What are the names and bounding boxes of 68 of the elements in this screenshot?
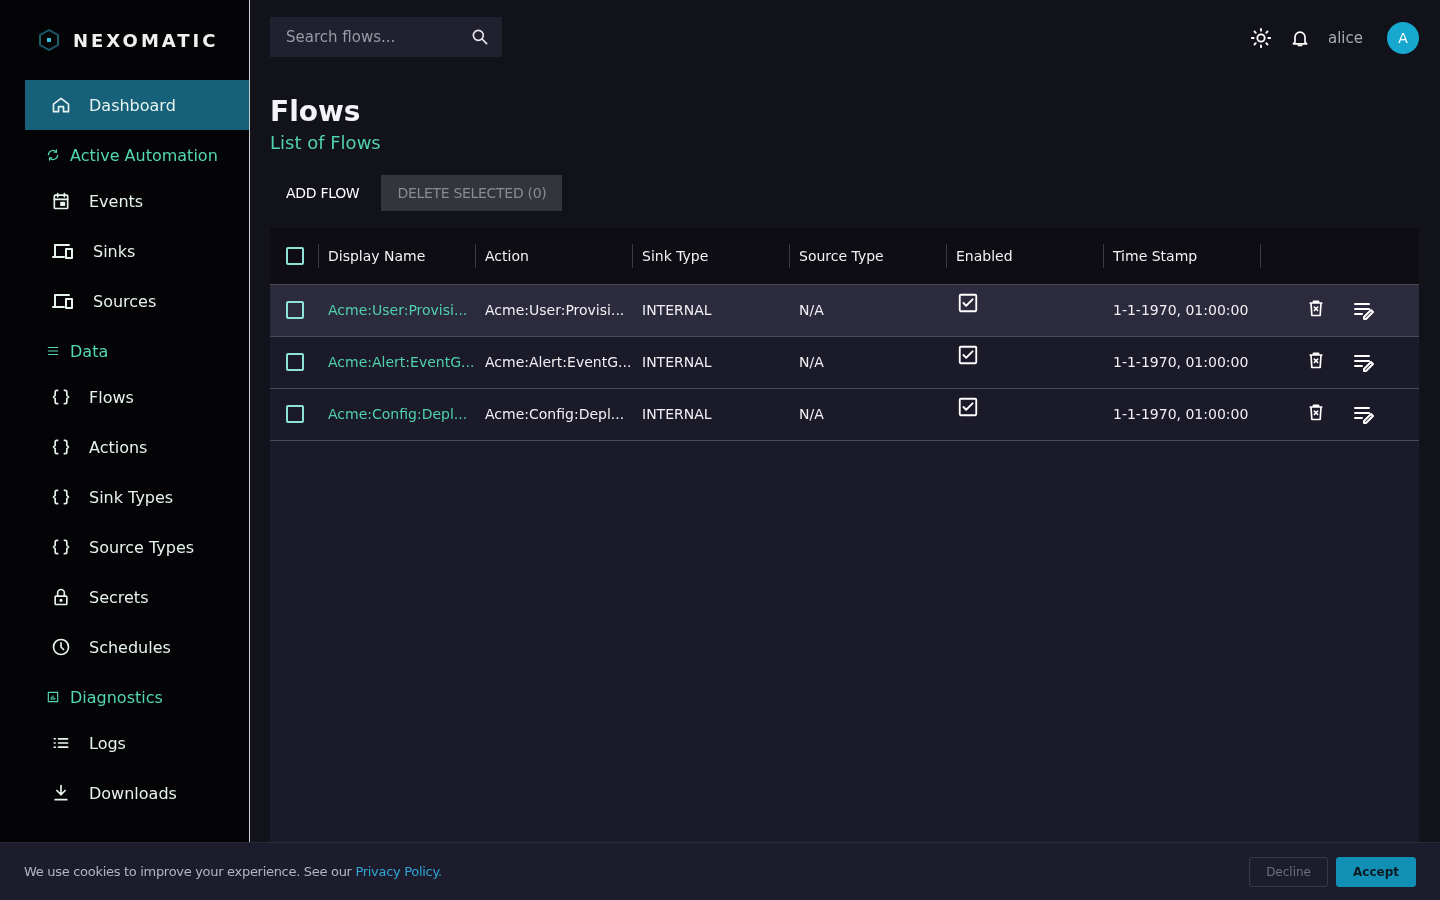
brand-name: NEXOMATIC (73, 29, 219, 51)
select-all-checkbox[interactable] (286, 246, 304, 265)
privacy-link[interactable]: Privacy Policy. (355, 864, 442, 879)
nav-item[interactable]: Downloads (25, 768, 249, 818)
nav-section: Active Automation (0, 134, 249, 176)
chart-icon (46, 690, 60, 704)
braces-icon (51, 437, 71, 457)
table-cell: Acme:User:Provisi... (485, 302, 625, 318)
nav-item[interactable]: Dashboard (25, 80, 249, 130)
column-header[interactable]: Sink Type (642, 247, 709, 264)
flow-link[interactable]: Acme:Config:Depl... (328, 406, 468, 422)
row-checkbox[interactable] (286, 353, 304, 371)
nav-item[interactable]: Flows (25, 372, 249, 422)
table-cell: INTERNAL (642, 406, 712, 422)
download-icon (51, 783, 71, 803)
nav-item[interactable]: Schedules (25, 622, 249, 672)
nav-item[interactable]: Events (25, 176, 249, 226)
column-header[interactable]: Source Type (799, 247, 884, 264)
cookie-message: We use cookies to improve your experience. See our Privacy Policy. (24, 864, 443, 879)
column-header[interactable]: Display Name (328, 247, 426, 264)
page-title: Flows (270, 95, 362, 128)
calendar-icon (51, 191, 71, 211)
table-cell: 1-1-1970, 01:00:00 (1113, 354, 1249, 370)
nav-item[interactable]: Sources (25, 276, 249, 326)
checked-box-icon (957, 395, 979, 418)
nav-section: Diagnostics (0, 676, 249, 718)
nav-item[interactable]: Sinks (25, 226, 249, 276)
table-row[interactable]: Acme:Alert:EventG... Acme:Alert:EventG... INTERNAL N/A 1-1-1970, 01:00:00 (270, 336, 1419, 388)
flow-link[interactable]: Acme:Alert:EventG... (328, 354, 475, 370)
nav-item[interactable]: Sink Types (25, 472, 249, 522)
list-icon (46, 344, 60, 358)
nav-item[interactable]: Secrets (25, 572, 249, 622)
braces-icon (51, 387, 71, 407)
nav-section: Data (0, 330, 249, 372)
nav-item[interactable]: Logs (25, 718, 249, 768)
user-name: alice (1328, 28, 1363, 47)
search-field[interactable]: Search flows... (270, 16, 502, 57)
table-cell: N/A (799, 406, 824, 422)
table-cell: 1-1-1970, 01:00:00 (1113, 302, 1249, 318)
table-cell: INTERNAL (642, 302, 712, 318)
braces-icon (51, 537, 71, 557)
braces-icon (51, 487, 71, 507)
flow-link[interactable]: Acme:User:Provisi... (328, 302, 468, 318)
table-row[interactable]: Acme:User:Provisi... Acme:User:Provisi... INTERNAL N/A 1-1-1970, 01:00:00 (270, 284, 1419, 336)
page-subtitle: List of Flows (270, 132, 382, 153)
sync-icon (46, 148, 60, 162)
clock-icon (51, 637, 71, 657)
column-header[interactable]: Action (485, 247, 529, 264)
home-icon (51, 95, 71, 115)
accept-button[interactable]: Accept (1336, 856, 1416, 887)
table-cell: 1-1-1970, 01:00:00 (1113, 406, 1249, 422)
action-button[interactable]: ADD FLOW (270, 175, 376, 211)
row-checkbox[interactable] (286, 301, 304, 319)
table-cell: N/A (799, 302, 824, 318)
lock-icon (51, 587, 71, 607)
column-header[interactable]: Enabled (956, 247, 1013, 264)
hexagon-logo-icon (37, 28, 61, 52)
nav-item[interactable]: Source Types (25, 522, 249, 572)
nav-item[interactable]: Actions (25, 422, 249, 472)
checked-box-icon (957, 343, 979, 366)
table-row[interactable]: Acme:Config:Depl... Acme:Config:Depl... INTERNAL N/A 1-1-1970, 01:00:00 (270, 388, 1419, 440)
row-checkbox[interactable] (286, 405, 304, 423)
column-header[interactable]: Time Stamp (1113, 247, 1198, 264)
checked-box-icon (957, 291, 979, 314)
table-cell: INTERNAL (642, 354, 712, 370)
table-cell: Acme:Config:Depl... (485, 406, 625, 422)
table-cell: N/A (799, 354, 824, 370)
table-cell: Acme:Alert:EventG... (485, 354, 632, 370)
